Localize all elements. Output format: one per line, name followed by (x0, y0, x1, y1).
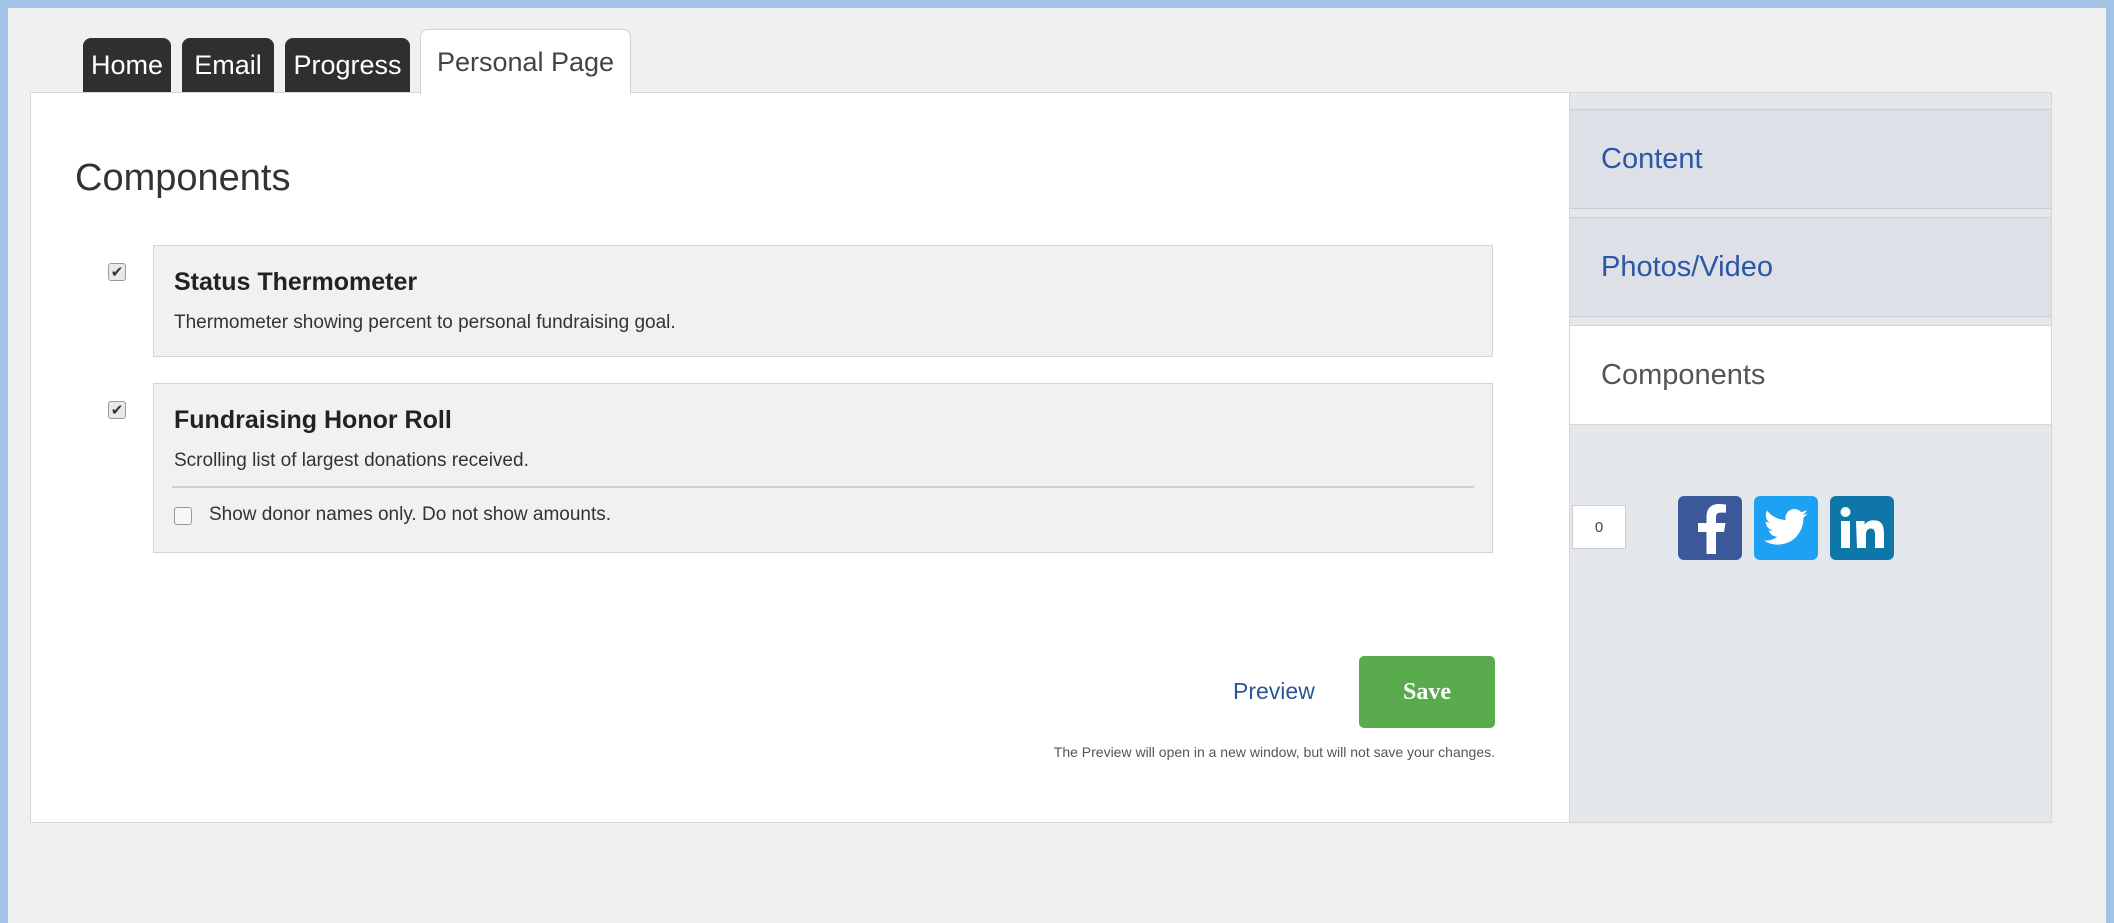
component-description: Scrolling list of largest donations rece… (174, 450, 529, 471)
sidebar-item-content[interactable]: Content (1570, 109, 2051, 209)
components-editor: Components ✔ Status Thermometer Thermome… (31, 93, 1569, 822)
sidebar-item-photos-video[interactable]: Photos/Video (1570, 217, 2051, 317)
status-thermometer-card: Status Thermometer Thermometer showing p… (153, 245, 1493, 357)
save-button[interactable]: Save (1359, 656, 1495, 728)
tab-progress[interactable]: Progress (285, 38, 410, 92)
tab-personal-page[interactable]: Personal Page (420, 29, 631, 94)
tab-email[interactable]: Email (182, 38, 274, 92)
honor-roll-card: Fundraising Honor Roll Scrolling list of… (153, 383, 1493, 553)
honor-roll-checkbox[interactable]: ✔ (108, 401, 126, 419)
component-title: Status Thermometer (174, 268, 418, 296)
donor-names-only-checkbox[interactable] (174, 507, 192, 525)
content-panel: Components ✔ Status Thermometer Thermome… (30, 92, 2052, 823)
twitter-icon (1764, 509, 1808, 547)
sidebar-item-components[interactable]: Components (1570, 325, 2051, 425)
component-title: Fundraising Honor Roll (174, 406, 452, 434)
share-count: 0 (1572, 505, 1626, 549)
facebook-icon (1690, 502, 1730, 554)
donor-names-only-label: Show donor names only. Do not show amoun… (209, 504, 612, 525)
preview-link[interactable]: Preview (1233, 678, 1315, 705)
page-title: Components (75, 157, 291, 199)
preview-note: The Preview will open in a new window, b… (1053, 744, 1495, 760)
linkedin-share-button[interactable] (1830, 496, 1894, 560)
component-description: Thermometer showing percent to personal … (174, 312, 676, 333)
facebook-share-button[interactable] (1678, 496, 1742, 560)
sidebar: Content Photos/Video Components 0 (1569, 93, 2051, 822)
linkedin-icon (1839, 506, 1885, 550)
divider (172, 486, 1474, 488)
tab-home[interactable]: Home (83, 38, 171, 92)
twitter-share-button[interactable] (1754, 496, 1818, 560)
status-thermometer-checkbox[interactable]: ✔ (108, 263, 126, 281)
